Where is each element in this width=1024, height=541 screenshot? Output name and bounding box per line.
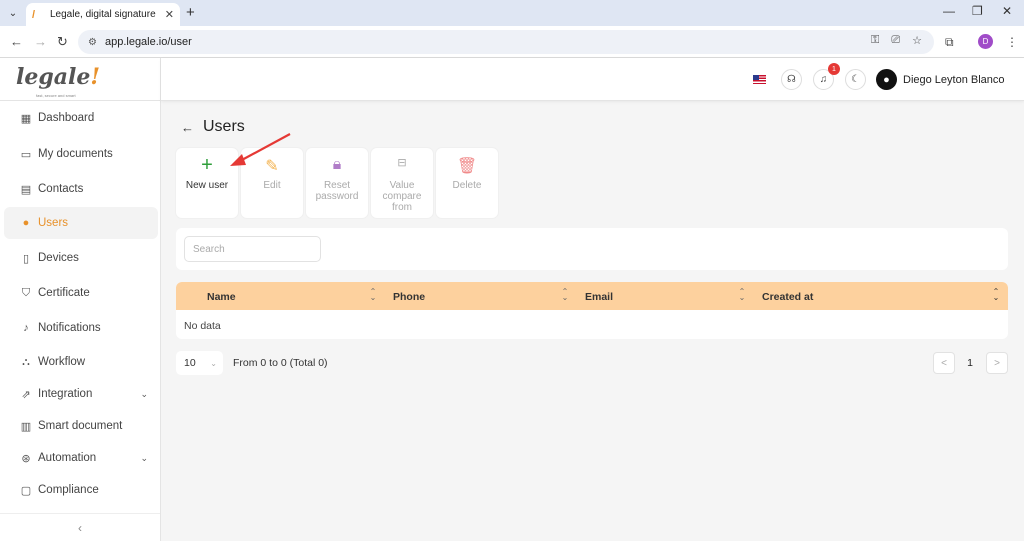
sidebar-item-certificate[interactable]: ⛉ Certificate [4,277,158,309]
minimize-icon[interactable]: — [943,4,955,18]
url-omnibox[interactable]: ⚙ app.legale.io/user ⚿ ⎚ ☆ [78,30,934,54]
shield-icon: ⛉ [21,286,31,299]
back-arrow-icon[interactable]: ← [181,120,194,135]
workflow-icon: ⛬ [22,355,30,368]
logo-tagline: fast, secure and smart [36,93,76,98]
sidebar-item-smart-document[interactable]: ▥ Smart document [4,410,158,442]
sidebar-item-devices[interactable]: ▯ Devices [4,242,158,274]
search-input[interactable] [184,236,321,262]
sort-icon[interactable]: ⌃ ⌄ [992,288,1000,302]
back-icon[interactable]: ← [10,34,23,49]
page-title: Users [203,118,245,135]
column-header-email[interactable]: Email [585,291,613,303]
chevron-down-icon: ⌄ [140,452,148,463]
sidebar-item-workflow[interactable]: ⛬ Workflow [4,346,158,378]
tab-search-icon[interactable]: ⌄ [4,5,22,21]
browser-tab[interactable]: / Legale, digital signature ✕ [26,3,180,26]
pagination-info: From 0 to 0 (Total 0) [233,357,328,369]
table-empty-text: No data [184,320,221,332]
sidebar-item-notifications[interactable]: ♪ Notifications [4,312,158,344]
tab-title: Legale, digital signature [50,9,156,20]
chevron-down-icon: ⌄ [140,388,148,399]
calculator-icon: ⊟ [397,157,407,169]
dashboard-icon: ▦ [20,112,32,125]
value-compare-from-button[interactable]: ⊟ Value compare from [371,148,433,218]
chevron-down-icon: ⌄ [210,358,217,368]
users-table: Name ⌃ ⌄ Phone ⌃ ⌄ Email ⌃ ⌄ Created at ⌃ ⌄ … [176,282,1008,339]
password-key-icon[interactable]: ⚿ [871,34,879,47]
extensions-icon[interactable]: ⧉ [945,35,954,50]
pencil-icon: ✎ [265,158,279,175]
external-link-icon: ⇗ [21,388,31,401]
support-headset-icon[interactable]: ☊ [781,69,802,90]
divider [0,100,160,101]
theme-toggle-icon[interactable]: ☾ [845,69,866,90]
prev-page-button[interactable]: < [933,352,955,374]
plus-icon: + [201,154,213,176]
favicon-icon: / [32,8,36,21]
header-username[interactable]: Diego Leyton Blanco [903,74,1005,86]
user-avatar-icon[interactable]: ● [876,69,897,90]
reset-password-button[interactable]: 🔒︎ Reset password [306,148,368,218]
close-window-icon[interactable]: ✕ [1002,4,1012,18]
delete-button[interactable]: 🗑︎ Delete [436,148,498,218]
sidebar-item-compliance[interactable]: ▢ Compliance [4,474,158,506]
browser-address-bar: ← → ↻ ⚙ app.legale.io/user ⚿ ⎚ ☆ ⧉ D ⋮ [0,26,1024,58]
sidebar-item-automation[interactable]: ⊛ Automation ⌄ [4,442,158,474]
lock-icon: 🔒︎ [332,156,342,173]
table-header: Name ⌃ ⌄ Phone ⌃ ⌄ Email ⌃ ⌄ Created at ⌃ ⌄ [176,282,1008,310]
next-page-button[interactable]: > [986,352,1008,374]
column-header-phone[interactable]: Phone [393,291,425,303]
chat-icon: ▢ [20,484,32,497]
legale-logo[interactable]: legale! fast, secure and smart [16,64,100,100]
reload-icon[interactable]: ↻ [57,34,68,50]
sidebar: legale! fast, secure and smart ▦ Dashboar… [0,58,161,541]
tablet-icon: ▯ [22,252,30,265]
app-header: ☊ ♫ 1 ☾ ● Diego Leyton Blanco [161,58,1024,101]
sidebar-collapse-button[interactable]: ‹ [0,513,160,541]
chevron-left-icon: ‹ [78,520,82,535]
page-size-select[interactable]: 10 ⌄ [176,351,223,375]
us-flag-icon[interactable] [753,75,766,84]
sidebar-item-my-documents[interactable]: ▭ My documents [4,138,158,170]
tab-close-icon[interactable]: ✕ [165,8,174,21]
sort-icon[interactable]: ⌃ ⌄ [369,288,377,302]
bookmark-star-icon[interactable]: ☆ [912,34,922,47]
sidebar-item-dashboard[interactable]: ▦ Dashboard [4,102,158,134]
sort-icon[interactable]: ⌃ ⌄ [561,288,569,302]
edit-button[interactable]: ✎ Edit [241,148,303,218]
url-text: app.legale.io/user [104,36,192,48]
browser-menu-icon[interactable]: ⋮ [1006,35,1018,49]
search-card [176,228,1008,270]
user-icon: ● [22,217,30,229]
folder-icon: ▭ [20,148,32,161]
restore-icon[interactable]: ❐ [972,4,983,18]
current-page[interactable]: 1 [962,357,978,369]
site-settings-icon[interactable]: ⚙ [88,37,97,48]
column-header-name[interactable]: Name [207,291,236,303]
sidebar-item-contacts[interactable]: ▤ Contacts [4,173,158,205]
install-app-icon[interactable]: ⎚ [891,34,900,47]
contacts-icon: ▤ [20,183,32,196]
trash-icon: 🗑︎ [456,158,478,175]
automation-icon: ⊛ [21,452,31,465]
forward-icon[interactable]: → [34,34,47,49]
new-user-button[interactable]: + New user [176,148,238,218]
smart-document-icon: ▥ [20,420,32,433]
bell-icon: ♪ [23,322,29,334]
new-tab-icon[interactable]: + [186,4,195,21]
browser-tab-bar: ⌄ / Legale, digital signature ✕ + — ❐ ✕ [0,0,1024,26]
notification-badge: 1 [828,63,840,75]
column-header-created-at[interactable]: Created at [762,291,813,303]
sidebar-item-integration[interactable]: ⇗ Integration ⌄ [4,378,158,410]
sidebar-item-users[interactable]: ● Users [4,207,158,239]
sort-icon[interactable]: ⌃ ⌄ [738,288,746,302]
profile-avatar[interactable]: D [978,34,993,49]
